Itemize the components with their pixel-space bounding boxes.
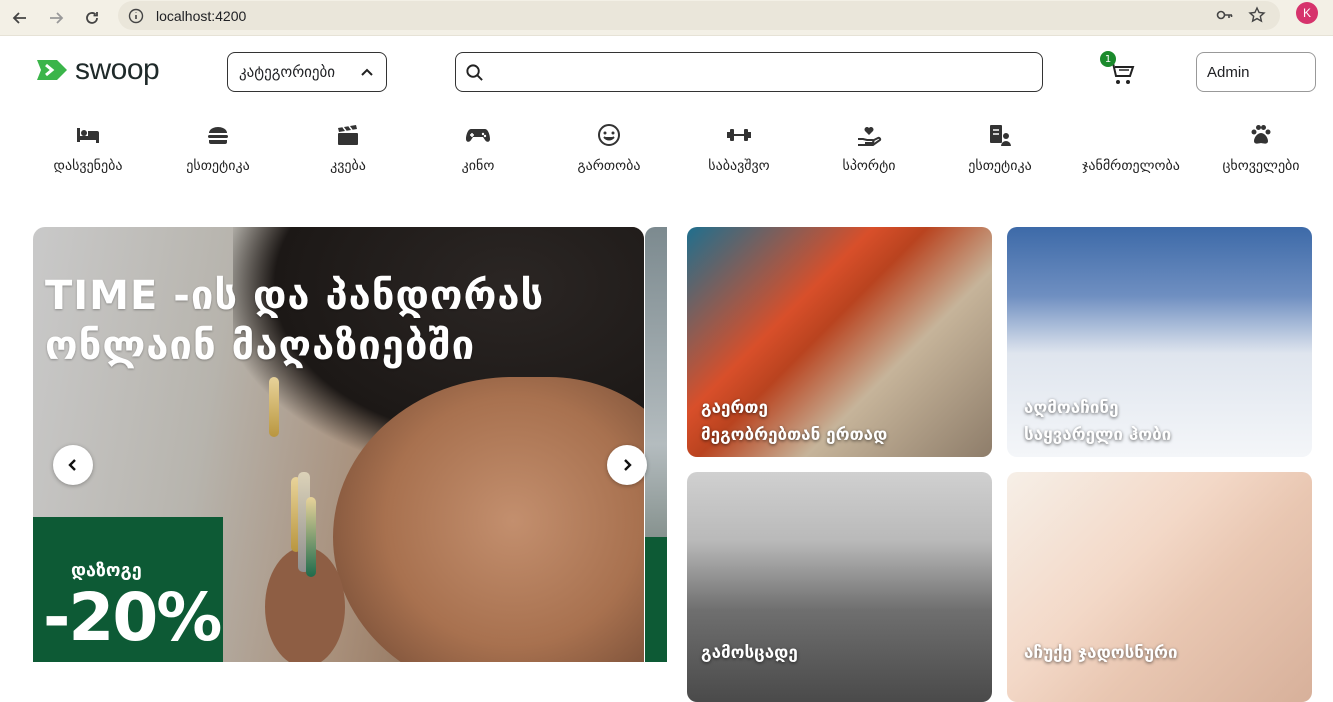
category-item-kids[interactable]: საბავშვო <box>674 122 804 174</box>
category-item-aesthetics-2[interactable]: ესთეტიკა <box>935 122 1065 174</box>
reload-button[interactable] <box>80 6 104 30</box>
search-input[interactable] <box>492 59 1032 85</box>
bookmark-star-icon[interactable] <box>1248 6 1266 24</box>
gamepad-icon <box>466 129 490 142</box>
user-card-icon <box>990 125 1011 146</box>
dumbbell-icon <box>727 129 751 141</box>
admin-button[interactable]: Admin <box>1196 52 1316 92</box>
info-icon[interactable] <box>128 8 144 24</box>
clapperboard-icon <box>338 125 358 145</box>
category-item-sport[interactable]: სპორტი <box>804 122 934 174</box>
hero-headline-line1: TIME -ის და პანდორას <box>45 273 545 319</box>
search-icon <box>466 64 483 81</box>
logo-text: swoop <box>75 53 160 86</box>
hero-headline: TIME -ის და პანდორას ონლაინ მაღაზიებში <box>45 271 544 371</box>
promo-tile-caption-line1: აღმოაჩინე <box>1024 398 1119 418</box>
browser-toolbar: localhost:4200 K <box>0 0 1333 36</box>
promo-tile-caption-line2: საყვარელი ჰობი <box>1024 425 1172 445</box>
promo-tile-caption-line1: გაერთე <box>701 398 768 418</box>
chevron-left-icon <box>68 459 76 471</box>
discount-label: დაზოგე <box>71 560 142 581</box>
promo-tile-party[interactable]: აჩუქე ჯადოსნური <box>1007 472 1312 702</box>
site-logo[interactable]: swoop <box>33 53 160 86</box>
category-label: გართობა <box>577 158 641 174</box>
back-button[interactable] <box>8 6 32 30</box>
category-label: კინო <box>461 158 495 174</box>
cart-count-badge: 1 <box>1100 51 1116 67</box>
arrow-left-icon <box>12 12 26 24</box>
promo-tile-ski[interactable]: აღმოაჩინე საყვარელი ჰობი <box>1007 227 1312 457</box>
arrow-right-icon <box>50 12 64 24</box>
hero-slide[interactable]: TIME -ის და პანდორას ონლაინ მაღაზიებში დ… <box>33 227 644 662</box>
next-slide-peek <box>645 227 667 662</box>
promo-tile-caption: გაერთე მეგობრებთან ერთად <box>701 395 887 449</box>
password-key-icon[interactable] <box>1216 6 1234 24</box>
smile-icon <box>598 124 620 146</box>
category-nav: დასვენება ესთეტიკა კვება კინო გართობა სა… <box>0 122 1333 182</box>
slider-next-button[interactable] <box>607 445 647 485</box>
category-item-aesthetics[interactable]: ესთეტიკა <box>153 122 283 174</box>
url-text[interactable]: localhost:4200 <box>156 8 246 24</box>
promo-tile-caption: აჩუქე ჯადოსნური <box>1024 640 1178 667</box>
promo-tile-caption: გამოსცადე <box>701 640 798 667</box>
category-label: ცხოველები <box>1222 158 1300 174</box>
forward-button[interactable] <box>44 6 68 30</box>
earring-image <box>306 497 316 577</box>
categories-dropdown[interactable]: კატეგორიები <box>227 52 387 92</box>
paw-icon <box>1251 125 1271 144</box>
promo-tile-vr[interactable]: გაერთე მეგობრებთან ერთად <box>687 227 992 457</box>
hero-headline-line2: ონლაინ მაღაზიებში <box>45 323 476 369</box>
category-item-food[interactable]: კვება <box>283 122 413 174</box>
discount-value: -20% <box>43 579 222 656</box>
category-item-cinema[interactable]: კინო <box>413 122 543 174</box>
hand-heart-icon <box>858 127 882 146</box>
category-item-entertainment[interactable]: გართობა <box>544 122 674 174</box>
promo-tile-karting[interactable]: გამოსცადე <box>687 472 992 702</box>
chevron-up-icon <box>361 68 373 76</box>
category-label: კვება <box>330 158 366 174</box>
category-label: სპორტი <box>842 158 896 174</box>
promo-tile-caption: აღმოაჩინე საყვარელი ჰობი <box>1024 395 1171 449</box>
burger-icon <box>208 127 228 144</box>
reload-icon <box>86 12 98 24</box>
slider-prev-button[interactable] <box>53 445 93 485</box>
bed-icon <box>77 128 99 143</box>
swoop-logo-icon <box>37 60 67 80</box>
category-item-health[interactable]: ჯანმრთელობა <box>1066 122 1196 174</box>
promo-tile-caption-line1: გამოსცადე <box>701 643 798 663</box>
promo-tile-caption-line2: მეგობრებთან ერთად <box>701 425 888 445</box>
address-bar[interactable]: localhost:4200 <box>118 1 1280 30</box>
category-item-animals[interactable]: ცხოველები <box>1196 122 1326 174</box>
chevron-right-icon <box>624 459 632 471</box>
categories-dropdown-label: კატეგორიები <box>239 63 336 81</box>
category-label: ჯანმრთელობა <box>1082 158 1180 174</box>
earring-image <box>269 377 279 437</box>
category-label: დასვენება <box>53 158 123 174</box>
category-label: საბავშვო <box>708 158 770 174</box>
profile-avatar[interactable]: K <box>1296 2 1318 24</box>
promo-tile-caption-line1: აჩუქე ჯადოსნური <box>1024 643 1178 663</box>
category-label: ესთეტიკა <box>186 158 250 174</box>
category-item-rest[interactable]: დასვენება <box>23 122 153 174</box>
search-bar[interactable] <box>455 52 1043 92</box>
category-label: ესთეტიკა <box>968 158 1032 174</box>
